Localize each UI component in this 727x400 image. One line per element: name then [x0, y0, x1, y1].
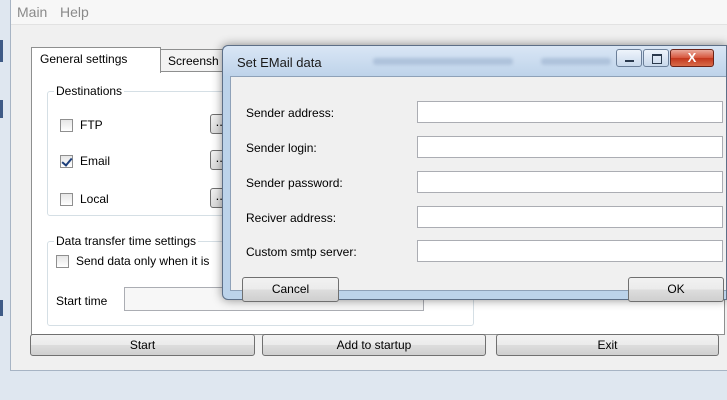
custom-smtp-label: Custom smtp server: — [246, 245, 357, 259]
sender-password-label: Sender password: — [246, 176, 343, 190]
sender-address-label: Sender address: — [246, 106, 335, 120]
destinations-group: Destinations FTP ... Email ... Local ... — [47, 84, 239, 216]
send-only-when-checkbox[interactable] — [56, 254, 69, 268]
sender-login-label: Sender login: — [246, 141, 317, 155]
email-settings-dialog: Set EMail data X Sender address: Sender … — [222, 45, 727, 302]
desktop-edge — [0, 100, 3, 118]
desktop-edge — [0, 40, 3, 62]
ftp-checkbox[interactable] — [60, 118, 73, 132]
close-icon: X — [687, 50, 697, 65]
sender-address-input[interactable] — [417, 101, 723, 123]
receiver-address-label: Reciver address: — [246, 211, 337, 225]
desktop-edge — [0, 300, 3, 316]
local-label: Local — [80, 192, 109, 206]
background-title-blur — [373, 58, 513, 65]
start-time-label: Start time — [56, 294, 108, 308]
start-button[interactable]: Start — [30, 334, 255, 356]
transfer-time-legend: Data transfer time settings — [56, 234, 197, 248]
destinations-legend: Destinations — [56, 84, 123, 98]
sender-login-input[interactable] — [417, 136, 723, 158]
close-button[interactable]: X — [670, 49, 714, 67]
custom-smtp-input[interactable] — [417, 240, 723, 262]
email-label: Email — [80, 154, 111, 168]
dialog-cancel-button[interactable]: Cancel — [242, 277, 339, 302]
dialog-title: Set EMail data — [237, 55, 322, 70]
maximize-icon — [652, 54, 662, 64]
menu-main[interactable]: Main — [17, 4, 47, 20]
receiver-address-input[interactable] — [417, 206, 723, 228]
tab-general-settings[interactable]: General settings — [31, 47, 161, 73]
menu-help[interactable]: Help — [60, 4, 89, 20]
maximize-button[interactable] — [643, 49, 669, 67]
email-checkbox[interactable] — [60, 154, 73, 168]
dialog-titlebar[interactable]: Set EMail data X — [223, 46, 726, 76]
sender-password-input[interactable] — [417, 171, 723, 193]
send-only-when-row[interactable]: Send data only when it is — [56, 254, 209, 268]
exit-button[interactable]: Exit — [496, 334, 719, 356]
minimize-button[interactable] — [616, 49, 642, 67]
menu-bar: Main Help — [11, 0, 727, 25]
dialog-ok-button[interactable]: OK — [628, 277, 724, 302]
add-to-startup-button[interactable]: Add to startup — [262, 334, 486, 356]
send-only-when-label: Send data only when it is — [76, 254, 210, 268]
local-checkbox-row[interactable]: Local — [60, 192, 109, 206]
ftp-label: FTP — [80, 118, 103, 132]
background-title-blur — [541, 58, 611, 65]
ftp-checkbox-row[interactable]: FTP — [60, 118, 103, 132]
local-checkbox[interactable] — [60, 192, 73, 206]
email-checkbox-row[interactable]: Email — [60, 154, 110, 168]
minimize-icon — [625, 60, 634, 62]
dialog-body: Sender address: Sender login: Sender pas… — [230, 76, 726, 302]
